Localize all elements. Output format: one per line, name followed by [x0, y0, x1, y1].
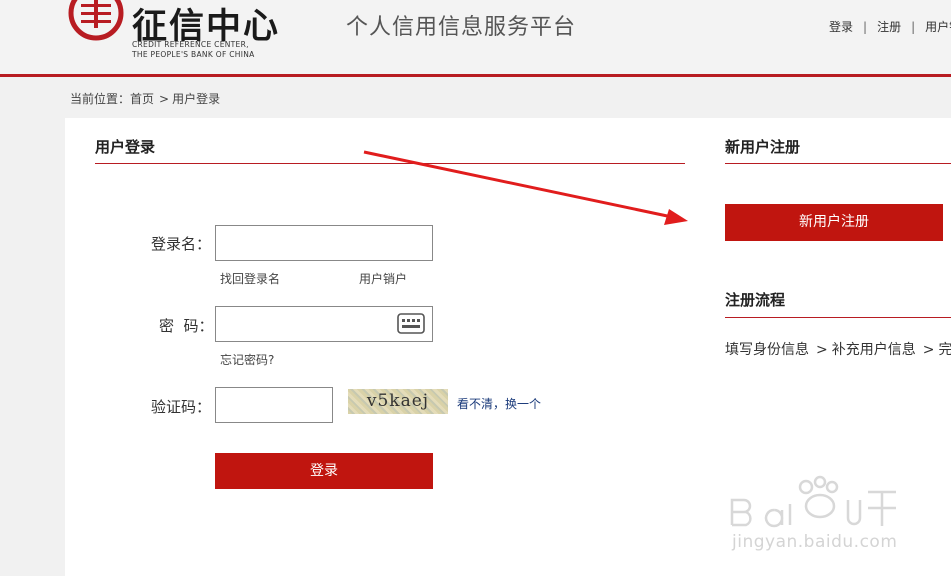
header-divider [0, 74, 951, 77]
flow-separator: > [816, 342, 828, 358]
register-flow-divider [725, 317, 951, 318]
top-nav: 登录 | 注册 | 用户销 [829, 18, 951, 35]
password-label: 密 码： [159, 317, 214, 335]
breadcrumb-prefix: 当前位置： [70, 92, 131, 106]
breadcrumb-separator: > [159, 92, 170, 106]
login-section-divider [95, 163, 685, 164]
nav-separator: | [863, 20, 868, 34]
top-nav-user[interactable]: 用户销 [925, 20, 951, 34]
seal-emblem-icon [68, 0, 124, 41]
flow-step: 填写身份信息 [725, 342, 809, 358]
site-header: 征信中心 CREDIT REFERENCE CENTER, THE PEOPLE… [0, 0, 951, 74]
cancel-account-link[interactable]: 用户销户 [359, 270, 407, 287]
logo-name-en-2: THE PEOPLE'S BANK OF CHINA [132, 50, 255, 59]
breadcrumb-home[interactable]: 首页 [130, 92, 154, 106]
breadcrumb: 当前位置：首页 > 用户登录 [70, 90, 220, 107]
recover-username-link[interactable]: 找回登录名 [220, 270, 280, 287]
username-input[interactable] [215, 225, 433, 261]
captcha-image[interactable]: v5kaej [348, 389, 448, 414]
login-button[interactable]: 登录 [215, 453, 433, 489]
flow-step: 补充用户信息 [831, 342, 916, 358]
register-button[interactable]: 新用户注册 [725, 204, 943, 241]
keyboard-icon[interactable] [397, 313, 425, 334]
top-nav-register[interactable]: 注册 [877, 20, 901, 34]
flow-separator: > [922, 342, 935, 358]
register-flow-title: 注册流程 [725, 291, 786, 309]
breadcrumb-current: 用户登录 [172, 92, 221, 106]
site-title: 个人信用信息服务平台 [346, 15, 577, 40]
logo[interactable]: 征信中心 CREDIT REFERENCE CENTER, THE PEOPLE… [68, 0, 278, 60]
register-section-divider [725, 163, 951, 164]
captcha-input[interactable] [215, 387, 333, 423]
watermark-url: jingyan.baidu.com [732, 532, 898, 552]
top-nav-login[interactable]: 登录 [829, 20, 853, 34]
nav-separator: | [911, 20, 916, 34]
forgot-password-link[interactable]: 忘记密码? [220, 351, 274, 368]
refresh-captcha-link[interactable]: 看不清，换一个 [457, 395, 541, 412]
logo-name-en: CREDIT REFERENCE CENTER, [132, 40, 249, 49]
baidu-watermark-icon [730, 475, 896, 528]
login-section-title: 用户登录 [95, 138, 156, 156]
register-flow-steps: 填写身份信息>补充用户信息>完成 [725, 339, 951, 359]
captcha-label: 验证码： [151, 398, 212, 416]
flow-step: 完成 [938, 342, 951, 358]
register-section-title: 新用户注册 [725, 138, 801, 156]
username-label: 登录名： [151, 235, 212, 253]
